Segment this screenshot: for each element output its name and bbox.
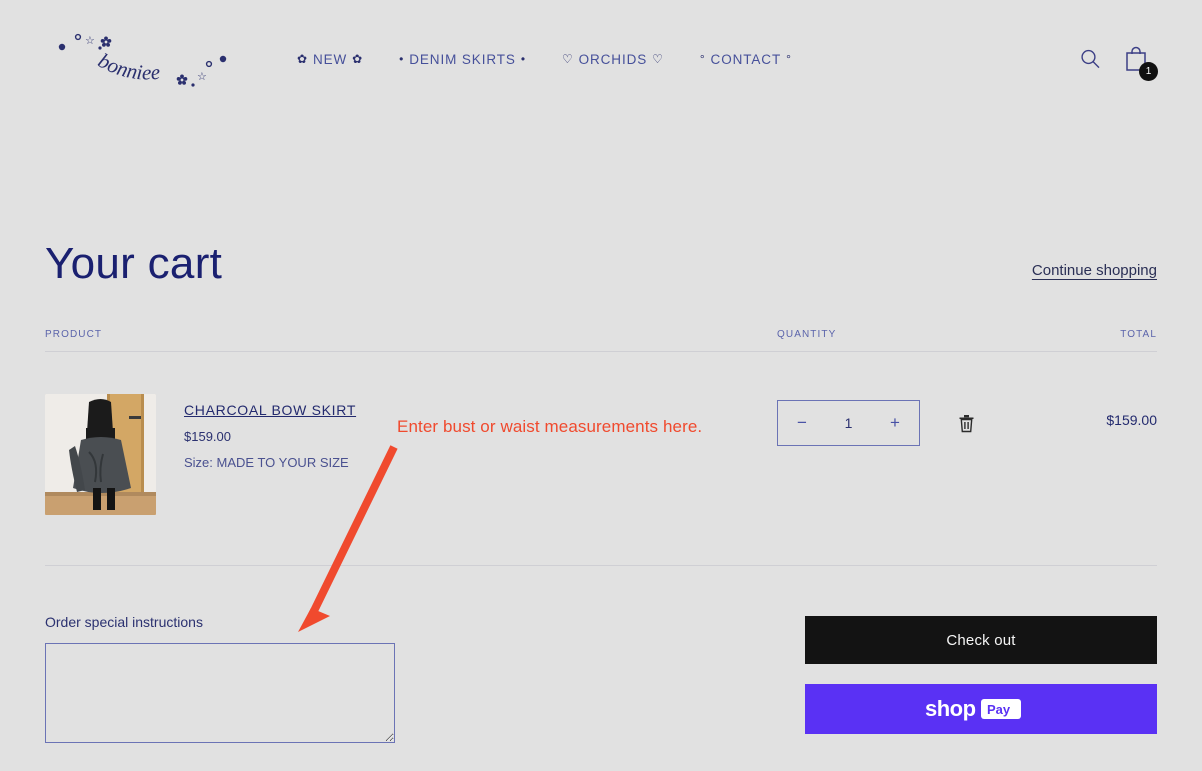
column-header-quantity: QUANTITY xyxy=(777,329,837,340)
search-icon xyxy=(1081,49,1100,69)
cart-button[interactable]: 1 xyxy=(1123,45,1158,81)
nav-item-contact[interactable]: ° CONTACT ° xyxy=(700,52,792,67)
nav-label-orchids: ORCHIDS xyxy=(578,51,648,67)
checkout-button[interactable]: Check out xyxy=(805,616,1157,664)
checkout-actions: Check out shop Pay xyxy=(805,614,1157,748)
svg-text:Pay: Pay xyxy=(987,702,1011,717)
cart-count-badge: 1 xyxy=(1139,62,1158,81)
quantity-stepper: − + xyxy=(777,400,920,446)
svg-text:☆: ☆ xyxy=(85,35,95,47)
degree-icon: ° xyxy=(699,52,706,66)
product-info: CHARCOAL BOW SKIRT $159.00 Size: MADE TO… xyxy=(184,394,356,515)
quantity-input[interactable] xyxy=(826,414,871,432)
decrease-quantity-button[interactable]: − xyxy=(778,401,826,445)
page-title: Your cart xyxy=(45,239,223,288)
product-title[interactable]: CHARCOAL BOW SKIRT xyxy=(184,402,356,418)
nav-label-new: NEW xyxy=(312,51,348,67)
nav-item-new[interactable]: ✿ NEW ✿ xyxy=(297,52,363,67)
quantity-cell: − + xyxy=(777,394,1067,446)
line-item-total: $159.00 xyxy=(1106,412,1157,428)
product-price: $159.00 xyxy=(184,429,231,444)
column-header-total: TOTAL xyxy=(1120,329,1157,340)
cart-footer: Order special instructions Check out sho… xyxy=(45,566,1157,748)
flower-icon: ✿ xyxy=(297,52,308,66)
cart-column-headers: PRODUCT QUANTITY TOTAL xyxy=(45,329,1157,352)
product-cell: CHARCOAL BOW SKIRT $159.00 Size: MADE TO… xyxy=(45,394,777,515)
remove-item-button[interactable] xyxy=(958,414,975,433)
continue-shopping-link[interactable]: Continue shopping xyxy=(1032,262,1157,279)
order-notes-label: Order special instructions xyxy=(45,614,203,630)
nav-item-denim-skirts[interactable]: • DENIM SKIRTS • xyxy=(399,52,526,67)
product-thumbnail[interactable] xyxy=(45,394,156,515)
degree-icon: ° xyxy=(786,52,792,66)
svg-text:shop: shop xyxy=(925,696,976,721)
cart-header-row: Your cart Continue shopping xyxy=(45,112,1157,286)
nav-item-orchids[interactable]: ♡ ORCHIDS ♡ xyxy=(562,52,664,67)
dot-icon: • xyxy=(520,52,526,66)
svg-text:☆: ☆ xyxy=(197,71,207,83)
nav-label-denim-skirts: DENIM SKIRTS xyxy=(409,51,516,67)
search-button[interactable] xyxy=(1079,48,1101,70)
header-actions: 1 xyxy=(1079,45,1158,81)
column-header-product: PRODUCT xyxy=(45,329,103,340)
cart-table: PRODUCT QUANTITY TOTAL CHARCOAL BOW SKIR… xyxy=(45,329,1157,566)
site-logo[interactable]: bonniee ☆ ☆ xyxy=(45,18,235,98)
shop-pay-logo: shop Pay xyxy=(925,696,1021,721)
primary-navigation: ✿ NEW ✿ • DENIM SKIRTS • ♡ ORCHIDS ♡ ° C… xyxy=(297,52,792,67)
shop-pay-button[interactable]: shop Pay xyxy=(805,684,1157,734)
heart-icon: ♡ xyxy=(652,52,664,66)
trash-icon xyxy=(959,414,974,432)
dot-icon: • xyxy=(399,52,405,66)
product-image xyxy=(45,394,156,515)
logo-artwork: bonniee ☆ ☆ xyxy=(58,33,227,87)
order-notes-block: Order special instructions xyxy=(45,614,395,748)
heart-icon: ♡ xyxy=(561,52,574,66)
nav-label-contact: CONTACT xyxy=(710,51,782,67)
order-notes-textarea[interactable] xyxy=(45,643,395,743)
svg-text:bonniee: bonniee xyxy=(94,48,161,84)
table-row: CHARCOAL BOW SKIRT $159.00 Size: MADE TO… xyxy=(45,352,1157,566)
cart-page: Your cart Continue shopping PRODUCT QUAN… xyxy=(0,112,1202,748)
product-variant: Size: MADE TO YOUR SIZE xyxy=(184,455,349,470)
increase-quantity-button[interactable]: + xyxy=(871,401,919,445)
flower-icon: ✿ xyxy=(352,52,364,66)
site-header: bonniee ☆ ☆ ✿ NEW ✿ • DENIM SKIRTS • ♡ O… xyxy=(0,0,1202,112)
